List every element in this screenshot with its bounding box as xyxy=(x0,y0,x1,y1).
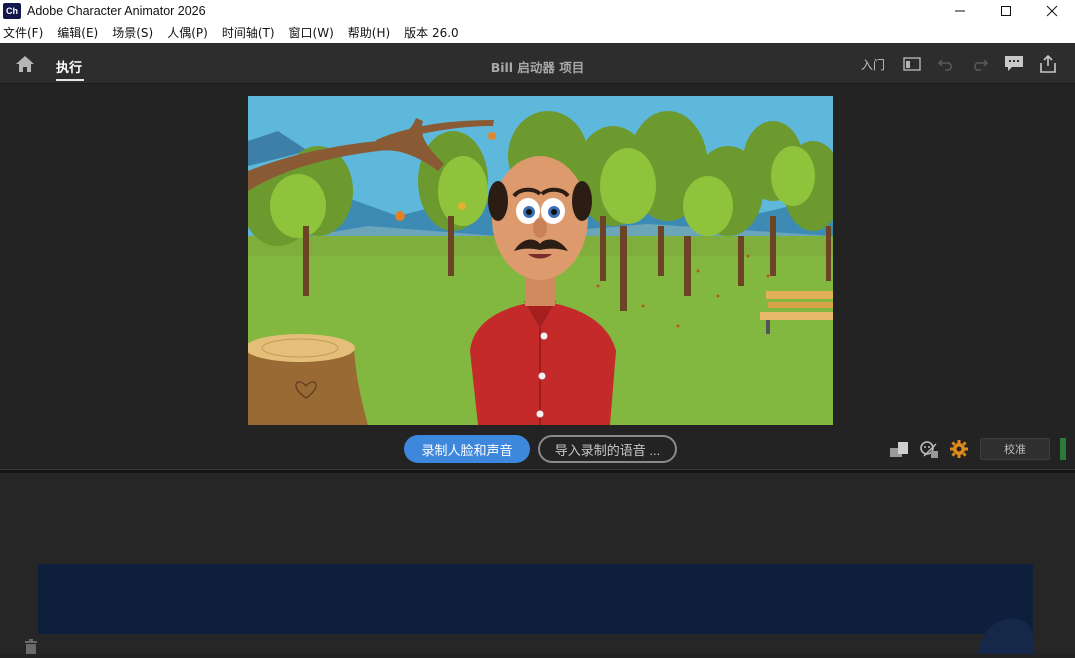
app-header: 执行 Bill 启动器 项目 入门 xyxy=(0,43,1075,84)
share-button[interactable] xyxy=(1037,53,1059,75)
panel-icon xyxy=(903,57,921,71)
maximize-icon xyxy=(1001,6,1011,16)
timeline-track[interactable] xyxy=(38,564,1033,634)
trash-icon xyxy=(25,639,37,654)
undo-button[interactable] xyxy=(935,53,957,75)
redo-button[interactable] xyxy=(969,53,991,75)
menu-version[interactable]: 版本 26.0 xyxy=(404,24,459,41)
app-logo-icon: Ch xyxy=(3,3,21,19)
menu-help[interactable]: 帮助(H) xyxy=(348,24,390,41)
scene-viewport[interactable] xyxy=(248,96,833,425)
comment-icon xyxy=(1005,56,1023,71)
redo-icon xyxy=(974,59,989,71)
intro-link[interactable]: 入门 xyxy=(861,56,885,73)
decorative-shape xyxy=(978,618,1035,654)
panel-toggle-button[interactable] xyxy=(901,53,923,75)
menu-edit[interactable]: 编辑(E) xyxy=(57,24,98,41)
title-bar: Ch Adobe Character Animator 2026 xyxy=(0,0,1075,22)
minimize-icon xyxy=(955,10,965,12)
minimize-button[interactable] xyxy=(937,0,983,22)
comment-button[interactable] xyxy=(1003,53,1025,75)
stage-tools: 校准 xyxy=(888,436,1066,462)
menu-bar: 文件(F) 编辑(E) 场景(S) 人偶(P) 时间轴(T) 窗口(W) 帮助(… xyxy=(0,22,1075,43)
header-actions: 入门 xyxy=(861,53,1065,75)
delete-button[interactable] xyxy=(22,638,40,654)
import-voice-button[interactable]: 导入录制的语音 ... xyxy=(538,435,677,463)
face-tracking-icon xyxy=(920,441,938,458)
settings-button[interactable] xyxy=(948,438,970,460)
maximize-button[interactable] xyxy=(983,0,1029,22)
close-icon xyxy=(1046,5,1058,17)
window-title: Adobe Character Animator 2026 xyxy=(27,4,206,18)
share-icon xyxy=(1040,55,1056,73)
park-scene-illustration xyxy=(248,96,833,425)
calibrate-button[interactable]: 校准 xyxy=(980,438,1050,460)
face-tracking-button[interactable] xyxy=(918,438,940,460)
active-tab-indicator xyxy=(56,79,84,81)
menu-puppet[interactable]: 人偶(P) xyxy=(167,24,208,41)
undo-icon xyxy=(937,59,952,71)
menu-timeline[interactable]: 时间轴(T) xyxy=(222,24,275,41)
audio-level-meter xyxy=(1060,438,1066,460)
record-face-voice-button[interactable]: 录制人脸和声音 xyxy=(404,435,530,463)
pose-icon xyxy=(890,442,908,457)
timeline-panel xyxy=(0,473,1075,654)
close-button[interactable] xyxy=(1029,0,1075,22)
stage-panel: 录制人脸和声音 导入录制的语音 ... 校准 xyxy=(0,85,1075,469)
menu-scene[interactable]: 场景(S) xyxy=(112,24,153,41)
menu-file[interactable]: 文件(F) xyxy=(3,24,43,41)
pose-button[interactable] xyxy=(888,438,910,460)
window-controls xyxy=(937,0,1075,22)
settings-icon xyxy=(950,440,968,458)
menu-window[interactable]: 窗口(W) xyxy=(289,24,334,41)
